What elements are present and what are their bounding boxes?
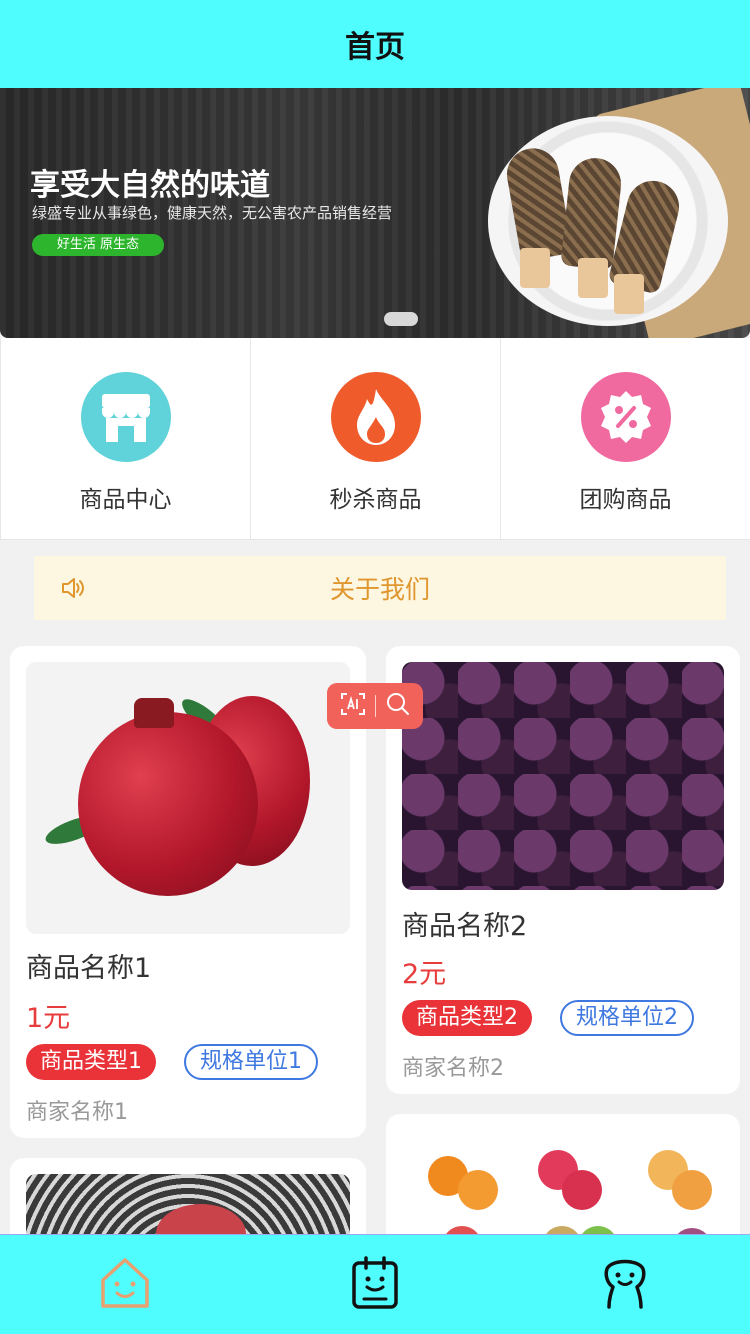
- carousel-indicator[interactable]: [384, 312, 418, 326]
- category-label: 秒杀商品: [329, 487, 422, 513]
- raspberry-shape: [562, 1170, 602, 1210]
- category-flash-sale[interactable]: 秒杀商品: [250, 338, 500, 540]
- tab-profile[interactable]: [500, 1235, 750, 1334]
- page-title: 首页: [345, 30, 405, 65]
- product-type-tag: 商品类型2: [402, 1000, 532, 1036]
- pomegranate-crown: [134, 698, 174, 728]
- product-price: 1元: [26, 1003, 71, 1034]
- home-icon: [97, 1256, 153, 1314]
- speaker-icon: [60, 576, 86, 600]
- product-card[interactable]: 商品名称2 2元 商品类型2 规格单位2 商家名称2: [386, 646, 740, 1094]
- discount-icon: [580, 372, 671, 462]
- fire-icon: [330, 372, 421, 462]
- product-price: 2元: [402, 959, 447, 990]
- header-bar: 首页: [0, 0, 750, 88]
- product-image: [402, 662, 724, 890]
- morel-stem: [520, 248, 550, 288]
- product-name: 商品名称1: [26, 953, 152, 984]
- morel-stem: [578, 258, 608, 298]
- bottom-tab-bar: [0, 1234, 750, 1334]
- tab-orders[interactable]: [250, 1235, 500, 1334]
- notice-text: 关于我们: [329, 575, 430, 604]
- search-icon[interactable]: [385, 691, 411, 721]
- apricot-shape: [672, 1170, 712, 1210]
- clipboard-icon: [350, 1255, 400, 1315]
- banner-pill: 好生活 原生态: [32, 234, 164, 256]
- product-unit-tag: 规格单位1: [184, 1044, 318, 1080]
- product-seller: 商家名称2: [402, 1056, 504, 1081]
- product-card[interactable]: 商品名称1 1元 商品类型1 规格单位1 商家名称1: [10, 646, 366, 1138]
- category-group-buy[interactable]: 团购商品: [500, 338, 750, 540]
- shop-icon: [80, 372, 171, 462]
- product-type-tag: 商品类型1: [26, 1044, 156, 1080]
- morel-stem: [614, 274, 644, 314]
- product-unit-tag: 规格单位2: [560, 1000, 694, 1036]
- product-name: 商品名称2: [402, 911, 528, 942]
- category-grid: 商品中心 秒杀商品 团购商品: [0, 338, 750, 540]
- product-seller: 商家名称1: [26, 1100, 128, 1125]
- banner-subline: 绿盛专业从事绿色，健康天然，无公害农产品销售经营: [32, 204, 393, 222]
- banner-headline: 享受大自然的味道: [30, 168, 270, 203]
- ai-scan-icon[interactable]: [339, 690, 367, 722]
- notice-bar[interactable]: 关于我们: [34, 556, 726, 620]
- promo-banner[interactable]: 享受大自然的味道 绿盛专业从事绿色，健康天然，无公害农产品销售经营 好生活 原生…: [0, 88, 750, 338]
- pomegranate-shape: [78, 712, 258, 896]
- user-icon: [599, 1255, 651, 1315]
- product-image: [26, 662, 350, 934]
- tab-home[interactable]: [0, 1235, 250, 1334]
- separator: [375, 695, 377, 717]
- ai-search-overlay[interactable]: [327, 683, 423, 729]
- orange-shape: [458, 1170, 498, 1210]
- category-label: 团购商品: [579, 487, 672, 513]
- category-shop-center[interactable]: 商品中心: [0, 338, 250, 540]
- category-label: 商品中心: [79, 487, 172, 513]
